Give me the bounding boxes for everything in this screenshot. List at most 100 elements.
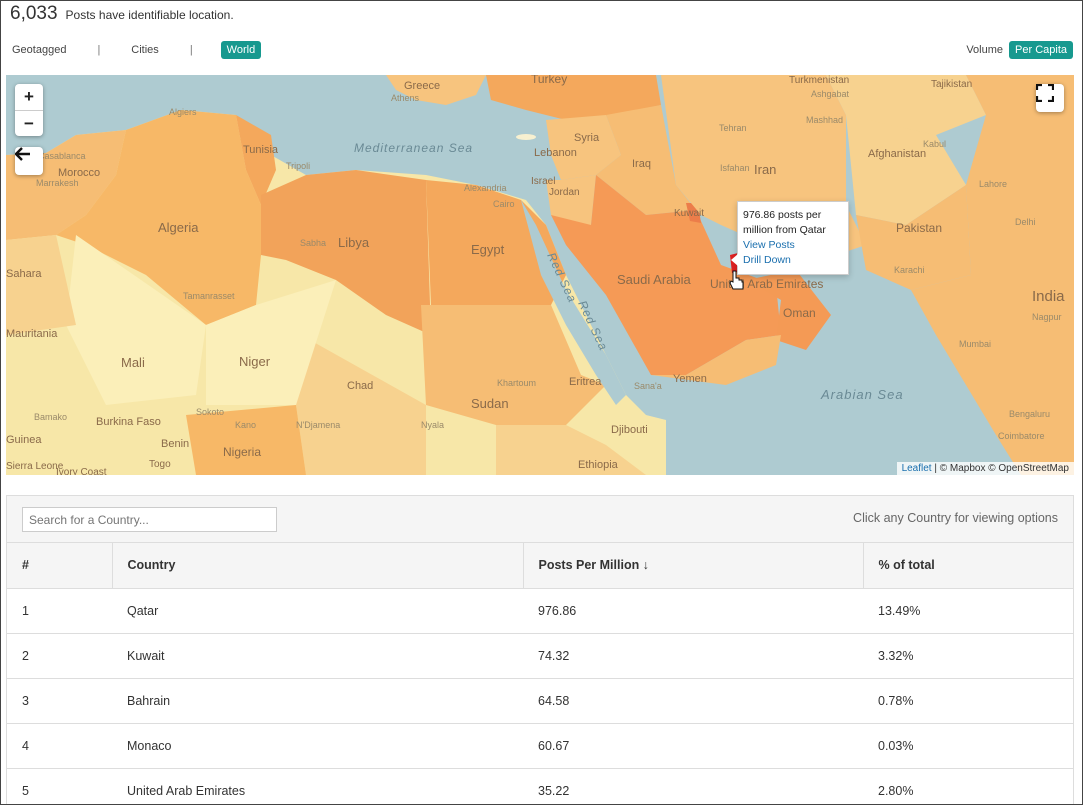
map-label: Djibouti bbox=[611, 424, 648, 436]
country-table: # Country Posts Per Million ↓ % of total… bbox=[7, 543, 1073, 804]
map-mode-switcher: Geotagged | Cities | World bbox=[12, 40, 262, 60]
map-label: Ivory Coast bbox=[56, 467, 107, 475]
cell-percent-total: 2.80% bbox=[863, 768, 1073, 804]
map-label: Casablanca bbox=[38, 151, 86, 161]
table-row[interactable]: 4 Monaco 60.67 0.03% bbox=[7, 723, 1073, 769]
map-label: Eritrea bbox=[569, 376, 602, 388]
table-toolbar: Click any Country for viewing options bbox=[7, 496, 1073, 543]
map-label: Sahara bbox=[6, 268, 42, 280]
location-summary: 6,033 Posts have identifiable location. bbox=[10, 3, 234, 25]
mode-world[interactable]: World bbox=[220, 41, 262, 59]
back-button[interactable] bbox=[15, 147, 43, 175]
map-label: Benin bbox=[161, 438, 189, 450]
cell-posts-per-million: 64.58 bbox=[523, 678, 863, 724]
map-label: Syria bbox=[574, 132, 600, 144]
map-label: Iran bbox=[754, 162, 776, 177]
column-header-percent-total[interactable]: % of total bbox=[863, 543, 1073, 589]
cell-percent-total: 13.49% bbox=[863, 588, 1073, 634]
map-label: Mashhad bbox=[806, 115, 843, 125]
map-label: Nigeria bbox=[223, 445, 261, 459]
cell-posts-per-million: 74.32 bbox=[523, 633, 863, 679]
map-label: Turkey bbox=[531, 75, 567, 86]
table-header-row: # Country Posts Per Million ↓ % of total bbox=[7, 543, 1073, 589]
fullscreen-button[interactable] bbox=[1036, 84, 1064, 112]
map-label: Algiers bbox=[169, 107, 197, 117]
map-label: Mediterranean Sea bbox=[354, 141, 473, 155]
map-label: Libya bbox=[338, 235, 370, 250]
cell-rank: 3 bbox=[7, 678, 112, 724]
view-posts-link[interactable]: View Posts bbox=[743, 238, 843, 253]
arrow-left-icon bbox=[15, 147, 30, 161]
map-label: Bengaluru bbox=[1009, 409, 1050, 419]
map-label: Nyala bbox=[421, 420, 444, 430]
map-label: Greece bbox=[404, 80, 440, 92]
map-label: Lahore bbox=[979, 179, 1007, 189]
drill-down-link[interactable]: Drill Down bbox=[743, 253, 843, 268]
map-label: Sudan bbox=[471, 396, 509, 411]
map-label: Coimbatore bbox=[998, 431, 1045, 441]
leaflet-link[interactable]: Leaflet bbox=[902, 463, 932, 474]
map-label: Israel bbox=[531, 176, 555, 187]
map-label: Burkina Faso bbox=[96, 416, 161, 428]
map-label: Sabha bbox=[300, 238, 326, 248]
zoom-control: + − bbox=[15, 84, 43, 136]
app-frame: 6,033 Posts have identifiable location. … bbox=[0, 0, 1083, 805]
table-row[interactable]: 2 Kuwait 74.32 3.32% bbox=[7, 633, 1073, 679]
table-row[interactable]: 3 Bahrain 64.58 0.78% bbox=[7, 678, 1073, 724]
cell-country: Monaco bbox=[112, 723, 523, 769]
map-label: Karachi bbox=[894, 265, 925, 275]
cell-country: United Arab Emirates bbox=[112, 768, 523, 804]
country-search-input[interactable] bbox=[22, 507, 277, 532]
post-count: 6,033 bbox=[10, 3, 58, 24]
post-count-description: Posts have identifiable location. bbox=[65, 8, 234, 22]
map-label: Iraq bbox=[632, 158, 651, 170]
map-label: N'Djamena bbox=[296, 420, 340, 430]
country-table-panel: Click any Country for viewing options # … bbox=[6, 495, 1074, 804]
map-canvas[interactable]: Turkey Greece Turkmenistan Tajikistan Al… bbox=[6, 75, 1074, 475]
map-label: Lebanon bbox=[534, 147, 577, 159]
table-row[interactable]: 5 United Arab Emirates 35.22 2.80% bbox=[7, 768, 1073, 804]
cell-rank: 1 bbox=[7, 588, 112, 634]
zoom-in-button[interactable]: + bbox=[15, 84, 43, 110]
cell-country: Bahrain bbox=[112, 678, 523, 724]
cell-percent-total: 3.32% bbox=[863, 633, 1073, 679]
map-label: Pakistan bbox=[896, 221, 942, 235]
popup-tail bbox=[731, 254, 738, 266]
map-label: Delhi bbox=[1015, 217, 1036, 227]
map-label: Togo bbox=[149, 459, 171, 470]
mode-cities[interactable]: Cities bbox=[131, 44, 159, 56]
cyprus bbox=[516, 134, 536, 140]
map-attribution: Leaflet | © Mapbox © OpenStreetMap bbox=[896, 462, 1074, 475]
map-label: Tajikistan bbox=[931, 79, 972, 90]
map-label: Kuwait bbox=[674, 208, 704, 219]
table-row[interactable]: 1 Qatar 976.86 13.49% bbox=[7, 588, 1073, 634]
map-label: Mali bbox=[121, 355, 145, 370]
map-label: Afghanistan bbox=[868, 148, 926, 160]
mode-separator: | bbox=[189, 44, 193, 56]
table-hint: Click any Country for viewing options bbox=[853, 511, 1058, 525]
map-label: United Arab Emirates bbox=[710, 277, 823, 291]
metric-switcher: Volume Per Capita bbox=[966, 40, 1073, 60]
choropleth-map[interactable]: Turkey Greece Turkmenistan Tajikistan Al… bbox=[6, 75, 1074, 475]
map-label: Khartoum bbox=[497, 378, 536, 388]
map-label: Niger bbox=[239, 354, 271, 369]
column-header-rank[interactable]: # bbox=[7, 543, 113, 589]
map-label: Egypt bbox=[471, 242, 505, 257]
popup-text-line1: 976.86 posts per bbox=[743, 209, 822, 221]
metric-per-capita[interactable]: Per Capita bbox=[1009, 41, 1073, 59]
map-label: Tunisia bbox=[243, 144, 279, 156]
zoom-out-button[interactable]: − bbox=[15, 110, 43, 136]
mode-geotagged[interactable]: Geotagged bbox=[12, 44, 66, 56]
metric-volume[interactable]: Volume bbox=[966, 44, 1003, 56]
column-header-posts-per-million[interactable]: Posts Per Million ↓ bbox=[523, 543, 864, 589]
column-header-country[interactable]: Country bbox=[112, 543, 524, 589]
map-label: Tripoli bbox=[286, 161, 310, 171]
cell-rank: 5 bbox=[7, 768, 112, 804]
map-label: Ashgabat bbox=[811, 89, 850, 99]
map-label: Isfahan bbox=[720, 163, 750, 173]
map-label: Nagpur bbox=[1032, 312, 1062, 322]
map-label: Mauritania bbox=[6, 328, 58, 340]
map-label: Arabian Sea bbox=[820, 387, 904, 402]
map-label: Oman bbox=[783, 306, 816, 320]
map-label: Alexandria bbox=[464, 183, 507, 193]
